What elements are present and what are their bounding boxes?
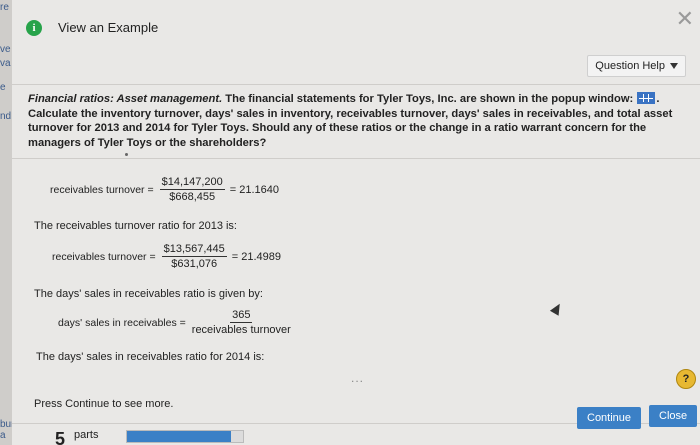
example-line: The days' sales in receivables ratio is … [34,288,263,300]
fraction-numerator: 365 [230,309,253,323]
chevron-down-icon [670,63,678,70]
fraction-denominator: $631,076 [171,258,218,270]
close-button[interactable]: Close [649,405,698,427]
fraction-denominator: $668,455 [169,191,216,203]
bg-fragment: e [0,82,6,93]
parts-progress-fill [127,431,232,442]
close-icon[interactable]: ✕ [676,8,694,30]
ellipsis: ... [351,371,365,385]
fraction: $14,147,200 $668,455 [159,176,225,203]
screen: re ve va e nd bur a i View an Example ✕ … [0,0,700,445]
formula-receivables-turnover-2014: receivables turnover = $14,147,200 $668,… [50,176,279,203]
fraction-numerator: $14,147,200 [159,176,225,190]
bg-fragment: ve [0,44,11,55]
dialog-title: View an Example [58,20,159,35]
question-body-part1: The financial statements for Tyler Toys,… [222,93,637,105]
parts-count: 5 [55,429,66,445]
formula-days-sales-in-receivables: days' sales in receivables = 365 receiva… [58,309,294,336]
mouse-cursor [549,301,565,316]
grid-icon[interactable] [637,92,656,104]
parts-label: parts [74,429,99,441]
bg-fragment: re [0,2,9,13]
parts-progress-bar [126,430,244,443]
fraction: $13,567,445 $631,076 [161,243,227,270]
fraction-denominator: receivables turnover [191,324,291,336]
formula-label: receivables turnover = [52,250,156,263]
fraction: 365 receivables turnover [192,309,291,336]
example-dialog: i View an Example ✕ Question Help Financ… [12,0,700,445]
dot-mark [125,153,128,156]
dialog-titlebar: i View an Example ✕ [12,8,700,44]
formula-label: days' sales in receivables = [58,316,186,329]
fraction-numerator: $13,567,445 [161,243,227,257]
example-line: The days' sales in receivables ratio for… [36,351,265,363]
press-continue-text: Press Continue to see more. [34,398,174,410]
question-help-label: Question Help [595,60,665,72]
question-text: Financial ratios: Asset management. The … [28,92,683,150]
formula-receivables-turnover-2013: receivables turnover = $13,567,445 $631,… [52,243,281,270]
formula-result: = 21.1640 [229,183,280,196]
continue-button[interactable]: Continue [577,407,642,429]
bg-fragment: va [0,58,11,69]
divider [12,158,700,159]
divider [12,84,700,85]
info-icon: i [26,20,42,36]
bg-fragment: nd [0,111,12,122]
question-help-button[interactable]: Question Help [587,55,686,77]
formula-result: = 21.4989 [231,250,282,263]
formula-label: receivables turnover = [50,183,154,196]
example-line: The receivables turnover ratio for 2013 … [34,220,237,232]
help-icon[interactable]: ? [676,369,696,389]
question-title: Financial ratios: Asset management. [28,93,223,105]
